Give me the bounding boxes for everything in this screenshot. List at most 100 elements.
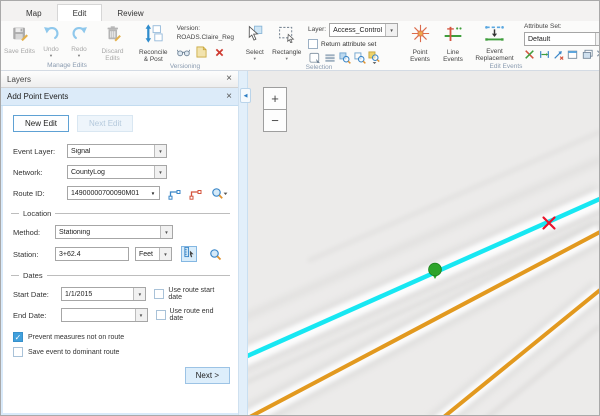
measure-event-icon[interactable] (538, 48, 549, 61)
layers-close-icon[interactable]: × (226, 74, 232, 84)
rectangle-caret-icon[interactable]: ▼ (285, 57, 289, 61)
attribute-set-combo[interactable]: Default ▼ (524, 32, 600, 46)
undo-button[interactable]: Undo ▼ (38, 22, 64, 58)
rectangle-marquee-icon (277, 24, 296, 48)
add-point-events-header[interactable]: Add Point Events × (1, 88, 238, 106)
collapse-pane-button[interactable]: ◀ (240, 88, 251, 103)
method-combo[interactable]: Stationing ▼ (55, 225, 173, 239)
attribute-set-caret-icon[interactable]: ▼ (595, 33, 600, 45)
new-version-icon[interactable] (195, 46, 208, 59)
ribbon: Save Edits Undo ▼ Redo ▼ Discard Edits M… (1, 21, 599, 71)
station-ruler-icon (183, 245, 195, 263)
map-zoom-control: + − (263, 87, 287, 132)
reconcile-icon (144, 24, 163, 48)
end-date-caret-icon[interactable]: ▼ (135, 309, 147, 321)
event-replacement-label: Event Replacement (475, 48, 513, 62)
dates-legend: Dates (11, 271, 230, 280)
attribute-set-value: Default (525, 36, 595, 43)
zoom-in-button[interactable]: + (263, 87, 287, 110)
rectangle-select-button[interactable]: Rectangle ▼ (271, 22, 303, 61)
group-label-manage-edits: Manage Edits (3, 62, 131, 71)
return-attribute-set-checkbox[interactable] (308, 39, 318, 49)
map-background (248, 71, 599, 415)
layer-label: Layer: (308, 26, 326, 33)
tab-review[interactable]: Review (102, 5, 158, 21)
method-label: Method: (13, 228, 51, 237)
select-label: Select (246, 49, 264, 56)
event-window-icon[interactable] (567, 48, 578, 61)
network-combo[interactable]: CountyLog ▼ (67, 165, 167, 179)
zoom-out-button[interactable]: − (263, 109, 287, 132)
redo-button[interactable]: Redo ▼ (66, 22, 92, 58)
attribute-set-label: Attribute Set: (524, 23, 600, 30)
use-route-start-label: Use route start date (168, 287, 228, 301)
save-dominant-label: Save event to dominant route (28, 349, 119, 356)
route-id-caret-icon[interactable]: ▼ (147, 187, 159, 199)
end-date-combo[interactable]: ▼ (61, 308, 148, 322)
redo-label: Redo (71, 46, 87, 53)
pane-divider[interactable]: ◀ (239, 71, 248, 415)
network-caret-icon[interactable]: ▼ (154, 166, 166, 178)
route-network-blue-icon[interactable] (168, 187, 181, 200)
pan-to-selection-icon[interactable] (353, 51, 366, 64)
ribbon-group-versioning: Reconcile & Post Version: ROADS.Claire_R… (133, 21, 237, 70)
use-route-end-checkbox[interactable] (156, 310, 166, 320)
start-date-combo[interactable]: 1/1/2015 ▼ (61, 287, 146, 301)
add-point-events-close-icon[interactable]: × (226, 92, 232, 102)
event-layer-combo[interactable]: Signal ▼ (67, 144, 167, 158)
undo-icon (43, 24, 60, 45)
attributes-table-icon[interactable] (323, 51, 336, 64)
undo-caret-icon[interactable]: ▼ (49, 54, 53, 58)
station-value: 3+62.4 (56, 251, 128, 258)
trash-icon (104, 24, 122, 47)
select-caret-icon[interactable]: ▼ (253, 57, 257, 61)
point-events-label: Point Events (410, 49, 430, 63)
zoom-to-route-icon[interactable] (211, 187, 228, 200)
layers-pane-header[interactable]: Layers × (1, 71, 238, 88)
delete-version-icon[interactable] (213, 46, 226, 59)
layer-combo[interactable]: Access_Control ▼ (329, 23, 398, 37)
prevent-measures-checkbox[interactable]: ✓ (13, 332, 23, 342)
event-windows-icon[interactable] (582, 48, 593, 61)
start-date-value: 1/1/2015 (62, 291, 133, 298)
map-canvas[interactable] (248, 71, 599, 415)
pick-station-button[interactable] (181, 246, 197, 262)
redo-caret-icon[interactable]: ▼ (77, 54, 81, 58)
line-events-button[interactable]: Line Events (438, 22, 468, 63)
route-id-combo[interactable]: 14900000700090M01 ▼ (67, 186, 160, 200)
select-layer-icon[interactable] (368, 51, 381, 64)
method-caret-icon[interactable]: ▼ (160, 226, 172, 238)
route-id-value: 14900000700090M01 (68, 190, 147, 197)
dock-panes: Layers × Add Point Events × New Edit Nex… (1, 71, 239, 415)
discard-edits-button[interactable]: Discard Edits (94, 22, 131, 62)
start-date-caret-icon[interactable]: ▼ (133, 288, 145, 300)
retire-event-icon[interactable] (553, 48, 564, 61)
save-edits-button[interactable]: Save Edits (3, 22, 36, 55)
split-event-icon[interactable] (524, 48, 535, 61)
event-replacement-button[interactable]: Event Replacement (471, 22, 518, 62)
route-network-red-icon[interactable] (189, 187, 202, 200)
tab-edit[interactable]: Edit (57, 4, 103, 21)
point-events-button[interactable]: Point Events (405, 22, 435, 63)
use-route-start-checkbox[interactable] (154, 289, 164, 299)
new-edit-button[interactable]: New Edit (13, 115, 69, 132)
map-view[interactable]: + − (248, 71, 599, 415)
select-button[interactable]: Select ▼ (241, 22, 269, 61)
station-unit-caret-icon[interactable]: ▼ (159, 248, 171, 260)
tab-map[interactable]: Map (11, 5, 57, 21)
zoom-to-selection-icon[interactable] (338, 51, 351, 64)
station-unit-combo[interactable]: Feet ▼ (135, 247, 172, 261)
reconcile-post-button[interactable]: Reconcile & Post (136, 22, 171, 63)
event-layer-caret-icon[interactable]: ▼ (154, 145, 166, 157)
versioning-glasses-icon[interactable] (177, 46, 190, 59)
layer-combo-caret-icon[interactable]: ▼ (385, 24, 397, 36)
select-by-shape-icon[interactable] (308, 51, 321, 64)
station-input[interactable]: 3+62.4 (55, 247, 129, 261)
next-edit-button[interactable]: Next Edit (77, 115, 133, 132)
zoom-to-station-icon[interactable] (209, 248, 222, 261)
line-events-label: Line Events (443, 49, 463, 63)
event-settings-icon[interactable] (596, 48, 600, 61)
next-button[interactable]: Next > (185, 367, 230, 384)
network-value: CountyLog (68, 169, 154, 176)
save-dominant-checkbox[interactable] (13, 347, 23, 357)
